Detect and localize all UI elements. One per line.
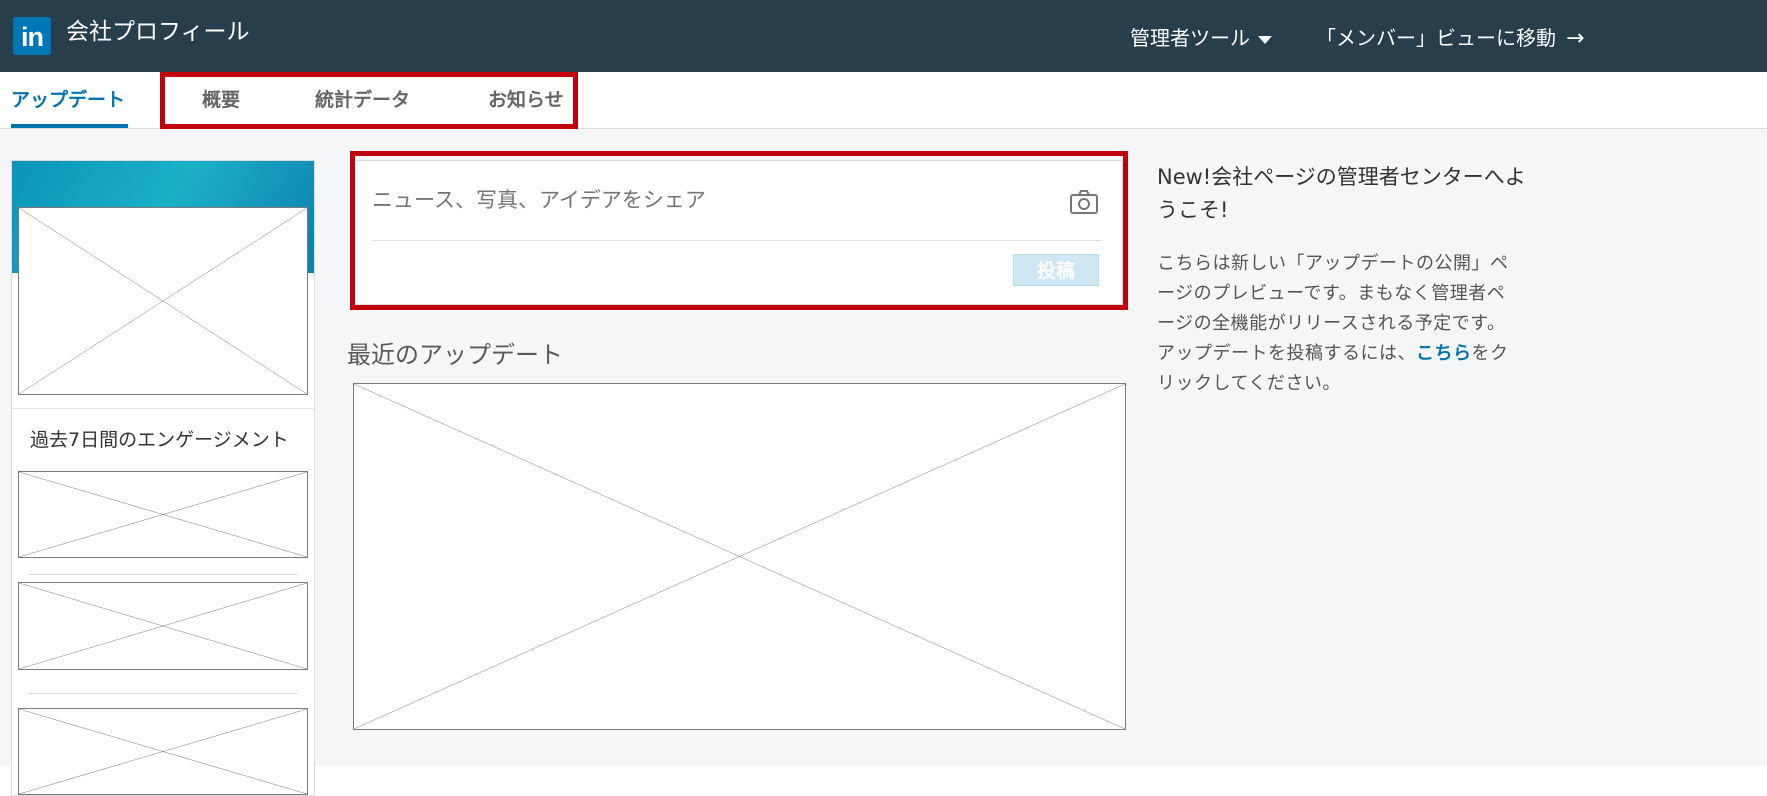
post-button[interactable]: 投稿: [1013, 254, 1099, 286]
camera-icon[interactable]: [1069, 189, 1099, 215]
metric-separator: [28, 693, 298, 694]
caret-down-icon: [1258, 35, 1272, 44]
admin-center-welcome-title: New!会社ページの管理者センターへようこそ!: [1157, 165, 1526, 222]
active-tab-indicator: [11, 124, 128, 128]
tab-overview[interactable]: 概要: [202, 86, 240, 114]
tab-bar: アップデート 概要 統計データ お知らせ: [0, 72, 1767, 129]
recent-updates-title: 最近のアップデート: [347, 341, 563, 369]
admin-center-description: こちらは新しい「アップデートの公開」ページのプレビューです。まもなく管理者ページ…: [1157, 249, 1517, 399]
tab-notifications[interactable]: お知らせ: [488, 86, 564, 114]
admin-tools-label: 管理者ツール: [1130, 26, 1250, 50]
click-here-link[interactable]: こちら: [1416, 343, 1472, 364]
admin-tools-menu[interactable]: 管理者ツール: [1130, 23, 1272, 53]
tab-updates[interactable]: アップデート: [11, 86, 125, 114]
page-title: 会社プロフィール: [66, 19, 250, 45]
engagement-metric-placeholder: [18, 471, 308, 558]
member-view-label: 「メンバー」ビューに移動: [1316, 26, 1556, 50]
member-view-link[interactable]: 「メンバー」ビューに移動 →: [1316, 23, 1584, 54]
tab-analytics[interactable]: 統計データ: [315, 86, 410, 114]
metric-separator: [28, 574, 298, 575]
top-navigation-bar: in 会社プロフィール 管理者ツール 「メンバー」ビューに移動 →: [0, 0, 1767, 72]
recent-updates-placeholder: [353, 383, 1126, 730]
share-input[interactable]: [372, 185, 992, 217]
engagement-title: 過去7日間のエンゲージメント: [30, 429, 289, 451]
arrow-right-icon: →: [1566, 26, 1585, 51]
engagement-metric-placeholder: [18, 582, 308, 670]
card-divider: [12, 408, 314, 409]
engagement-metric-placeholder: [18, 708, 308, 795]
company-logo-placeholder: [18, 207, 308, 395]
linkedin-logo-icon[interactable]: in: [13, 17, 51, 55]
company-summary-card: 過去7日間のエンゲージメント: [11, 160, 315, 796]
share-divider: [372, 240, 1102, 241]
share-box: 投稿: [353, 160, 1123, 305]
